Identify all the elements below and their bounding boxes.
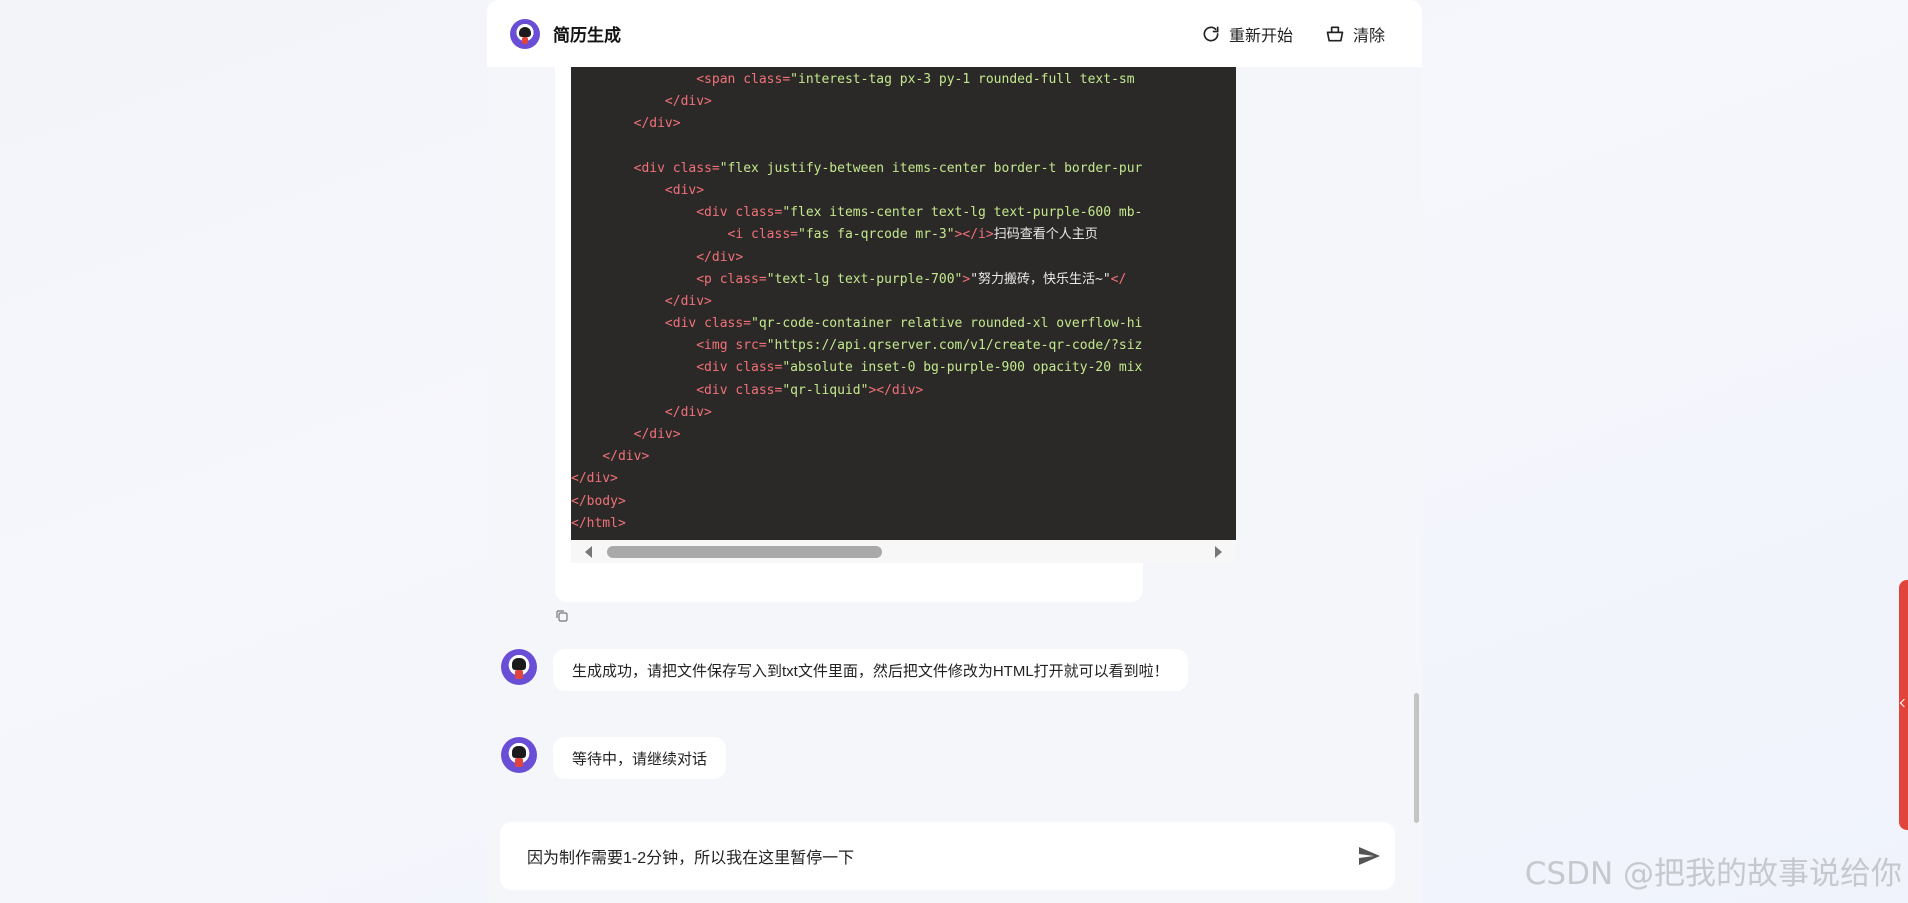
send-icon[interactable] xyxy=(1357,844,1381,868)
copy-icon[interactable] xyxy=(555,609,569,623)
restart-label: 重新开始 xyxy=(1228,27,1293,45)
header: 简历生成 重新开始 清除 xyxy=(487,0,1422,67)
header-actions: 重新开始 清除 xyxy=(1201,22,1385,46)
scroll-thumb[interactable] xyxy=(607,545,882,558)
code-line: </div> xyxy=(633,427,681,442)
clear-button[interactable]: 清除 xyxy=(1325,22,1385,46)
code-line: <div class="qr-code-container relative r… xyxy=(664,316,1143,332)
message-bubble: 等待中，请继续对话 xyxy=(553,737,727,779)
refresh-icon xyxy=(1203,26,1219,41)
code-line: </div> xyxy=(696,249,744,265)
code-line: </div> xyxy=(664,293,712,309)
code-line: <img src="https://api.qrserver.com/v1/cr… xyxy=(696,338,1143,354)
code-line: <div class="qr-liquid"></div> xyxy=(696,382,924,398)
chat-input[interactable] xyxy=(527,847,1327,865)
code-line: </div> xyxy=(664,94,712,110)
chat-input-bar xyxy=(500,822,1395,890)
bot-avatar xyxy=(510,18,540,49)
code-line: <div class="flex justify-between items-c… xyxy=(633,160,1143,176)
bot-avatar xyxy=(501,649,537,685)
code-line: <div class="flex items-center text-lg te… xyxy=(696,205,1143,221)
assistant-message: 等待中，请继续对话 xyxy=(501,737,727,779)
message-bubble: 生成成功，请把文件保存写入到txt文件里面，然后把文件修改为HTML打开就可以看… xyxy=(553,649,1188,691)
vertical-scroll-thumb[interactable] xyxy=(1414,693,1419,823)
code-message-card: <span class="interest-tag px-3 py-1 roun… xyxy=(555,67,1236,602)
horizontal-scrollbar[interactable] xyxy=(571,540,1236,563)
code-line: <p class="text-lg text-purple-700">"努力搬砖… xyxy=(696,271,1127,287)
basket-icon xyxy=(1326,26,1344,42)
code-line: </div> xyxy=(571,471,618,487)
assistant-message: 生成成功，请把文件保存写入到txt文件里面，然后把文件修改为HTML打开就可以看… xyxy=(501,649,1188,691)
code-line: <div> xyxy=(664,182,705,198)
scroll-left-icon[interactable] xyxy=(585,545,592,558)
code-line: <i class="fas fa-qrcode mr-3"></i>扫码查看个人… xyxy=(727,227,1098,243)
bot-avatar xyxy=(501,737,537,773)
code-line: </html> xyxy=(571,515,626,531)
code-line: </div> xyxy=(633,116,681,132)
restart-button[interactable]: 重新开始 xyxy=(1201,22,1293,46)
code-line: </div> xyxy=(664,404,712,420)
scroll-right-icon[interactable] xyxy=(1215,545,1222,558)
code-line: </div> xyxy=(602,449,650,465)
code-line: <span class="interest-tag px-3 py-1 roun… xyxy=(696,72,1135,87)
code-line: </body> xyxy=(571,493,626,509)
side-expand-tab[interactable] xyxy=(1899,580,1908,830)
code-line: <div class="absolute inset-0 bg-purple-9… xyxy=(696,360,1143,376)
page-title: 简历生成 xyxy=(553,26,621,45)
chat-app: 简历生成 重新开始 清除 <span class="interest-tag p… xyxy=(487,0,1422,903)
code-block: <span class="interest-tag px-3 py-1 roun… xyxy=(571,67,1236,540)
clear-label: 清除 xyxy=(1352,27,1385,45)
watermark: CSDN @把我的故事说给你 xyxy=(1524,856,1902,892)
